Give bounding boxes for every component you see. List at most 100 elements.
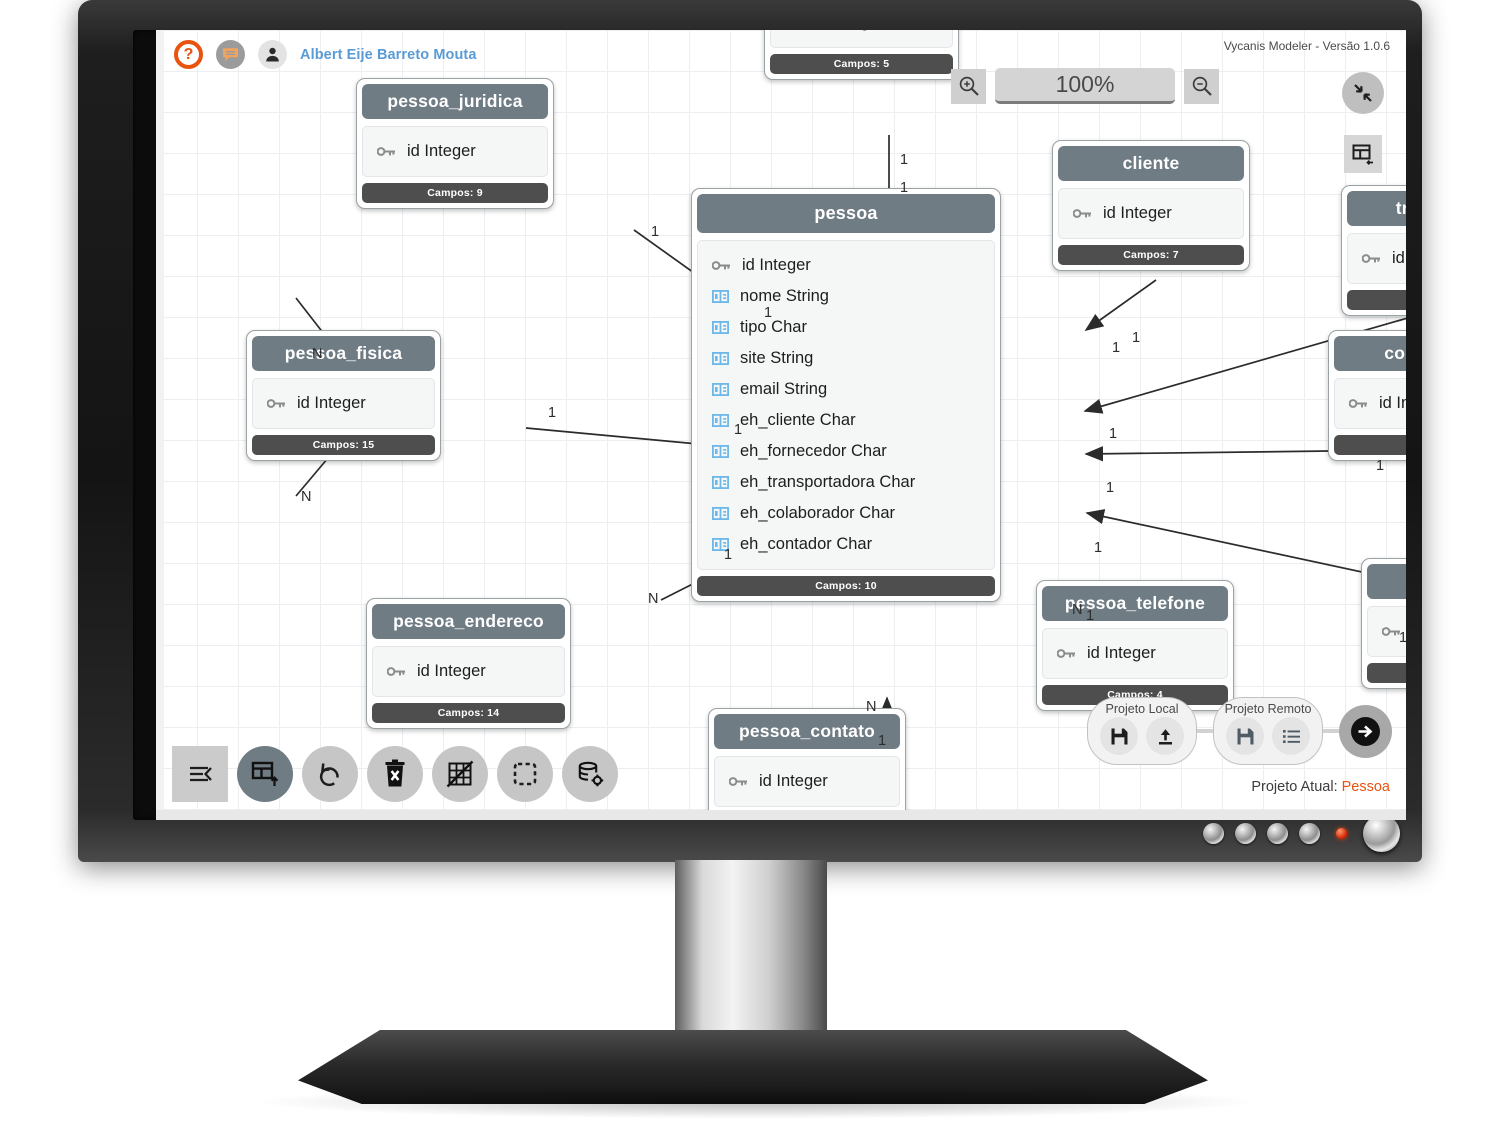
field-row[interactable]: eh_cliente Char [704, 405, 988, 436]
project-remote-list-button[interactable] [1272, 717, 1310, 755]
entity-fields: id Integer [1334, 378, 1406, 429]
entity-title: colaborad [1334, 336, 1406, 371]
field-row[interactable]: tipo Char [704, 312, 988, 343]
project-go-button[interactable] [1339, 704, 1392, 758]
list-icon [1282, 729, 1300, 743]
zoom-level-value: 100% [1055, 71, 1115, 97]
monitor-stand-neck [675, 860, 827, 1038]
field-label: id Integer [1103, 204, 1172, 222]
select-area-button[interactable] [497, 746, 553, 802]
entity-footer: Campos: [1347, 290, 1406, 310]
user-icon[interactable] [258, 40, 287, 69]
monitor-button[interactable] [1235, 823, 1256, 844]
field-row[interactable]: id Integer [704, 250, 988, 281]
entity-table[interactable]: pessoa_fisica id Integer Campos: 15 [246, 330, 441, 461]
field-row[interactable]: site String [704, 343, 988, 374]
entity-table[interactable]: cliente id Integer Campos: 7 [1052, 140, 1250, 271]
field-row[interactable]: eh_colaborador Char [704, 498, 988, 529]
field-row[interactable]: email String [704, 374, 988, 405]
field-row[interactable]: id Integer [369, 136, 541, 167]
entity-fields: id Integer nome String tipo Char site St… [697, 240, 995, 570]
field-label: eh_contador Char [740, 535, 873, 553]
field-row[interactable]: id Integer [1341, 388, 1406, 419]
help-icon[interactable]: ? [174, 40, 203, 69]
cardinality-label: 1 [900, 152, 909, 168]
entity-title: pessoa_telefone [1042, 586, 1228, 621]
entity-table[interactable]: pessoa_contato id Integer Campos: 5 [708, 708, 906, 820]
entity-table[interactable]: colaborad id Integer Campos: 12 [1328, 330, 1406, 461]
cardinality-label: 1 [1376, 458, 1385, 474]
undo-button[interactable] [302, 746, 358, 802]
table-panel-toggle-button[interactable] [1344, 135, 1382, 173]
cardinality-label: N [648, 591, 659, 607]
field-row[interactable]: nome String [704, 281, 988, 312]
field-row[interactable]: id Integer [1354, 243, 1406, 274]
primary-key-icon [267, 399, 285, 408]
entity-title: transporta [1347, 191, 1406, 226]
cardinality-label: N [312, 346, 323, 362]
field-row[interactable]: eh_contador Char [704, 529, 988, 560]
field-row[interactable]: id Integer [1065, 198, 1237, 229]
monitor-button[interactable] [1267, 823, 1288, 844]
entity-fields: id Integer [1042, 628, 1228, 679]
arrow-right-icon [1351, 716, 1380, 746]
cardinality-label: 1 [1106, 480, 1115, 496]
menu-collapse-button[interactable] [172, 746, 228, 802]
column-icon [712, 507, 729, 520]
project-local-label: Projeto Local [1105, 702, 1179, 716]
field-label: id Integer [297, 394, 366, 412]
entity-fields: id Integer [372, 646, 565, 697]
entity-fields: id Integer [1058, 188, 1244, 239]
entity-footer: Cam [1367, 663, 1406, 683]
primary-key-icon [377, 147, 395, 156]
entity-table[interactable]: cont id Inte Cam [1361, 558, 1406, 689]
cardinality-label: 1 [764, 305, 773, 321]
entity-fields: id Integer [714, 756, 900, 807]
entity-table[interactable]: pessoa id Integer nome String tipo Char … [691, 188, 1001, 602]
field-row[interactable]: id Integer [777, 30, 946, 38]
undo-icon [319, 763, 339, 787]
entity-table[interactable]: pessoa_endereco id Integer Campos: 14 [366, 598, 571, 729]
cardinality-label: 1 [651, 224, 660, 240]
project-remote-save-button[interactable] [1226, 717, 1264, 755]
select-area-icon [513, 762, 537, 786]
screen: ? Albert Eije Barreto Mouta Vycanis Mode… [156, 30, 1406, 820]
field-row[interactable]: id Integer [259, 388, 428, 419]
modeler-canvas[interactable]: ? Albert Eije Barreto Mouta Vycanis Mode… [156, 30, 1406, 820]
monitor-power-button[interactable] [1363, 815, 1400, 852]
chat-icon[interactable] [216, 40, 245, 69]
field-row[interactable]: eh_transportadora Char [704, 467, 988, 498]
zoom-in-button[interactable] [951, 68, 986, 104]
field-row[interactable]: id Integer [721, 766, 893, 797]
delete-button[interactable] [367, 746, 423, 802]
zoom-level-field[interactable]: 100% [995, 68, 1175, 104]
entity-table[interactable]: transporta id Integer Campos: [1341, 185, 1406, 316]
field-label: id Integer [815, 30, 884, 32]
entity-title: cliente [1058, 146, 1244, 181]
monitor-button[interactable] [1203, 823, 1224, 844]
entity-table[interactable]: id Integer Campos: 5 [764, 30, 959, 80]
column-icon [712, 414, 729, 427]
monitor-shadow [250, 1085, 1260, 1119]
entity-title: pessoa [697, 194, 995, 233]
entity-footer: Campos: 14 [372, 703, 565, 723]
project-panel: Projeto Local Projeto Remoto [1087, 697, 1392, 765]
cardinality-label: 1 [1109, 426, 1118, 442]
collapse-view-button[interactable] [1342, 72, 1384, 114]
field-row[interactable]: id Integer [379, 656, 558, 687]
user-name: Albert Eije Barreto Mouta [300, 46, 477, 63]
add-table-button[interactable] [237, 746, 293, 802]
upload-icon [1158, 728, 1172, 744]
zoom-out-button[interactable] [1184, 68, 1219, 104]
field-row[interactable]: id Integer [1049, 638, 1221, 669]
db-settings-button[interactable] [562, 746, 618, 802]
toggle-grid-button[interactable] [432, 746, 488, 802]
monitor-button[interactable] [1299, 823, 1320, 844]
entity-table[interactable]: pessoa_telefone id Integer Campos: 4 [1036, 580, 1234, 711]
entity-table[interactable]: pessoa_juridica id Integer Campos: 9 [356, 78, 554, 209]
project-local-save-button[interactable] [1100, 717, 1138, 755]
project-local-upload-button[interactable] [1146, 717, 1184, 755]
entity-title: cont [1367, 564, 1406, 599]
app-version-label: Vycanis Modeler - Versão 1.0.6 [1223, 39, 1390, 53]
field-row[interactable]: eh_fornecedor Char [704, 436, 988, 467]
